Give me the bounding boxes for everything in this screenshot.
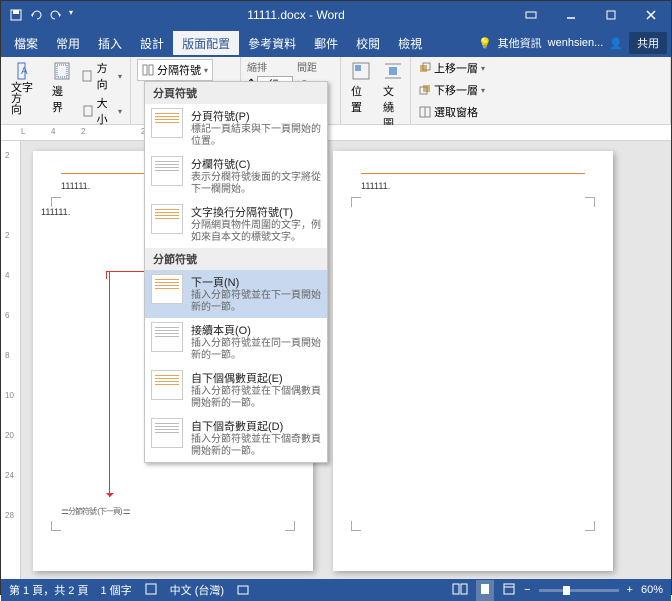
annotation-arrow-icon: [109, 271, 110, 497]
breaks-dropdown: 分頁符號 分頁符號(P)標記一頁結束與下一頁開始的位置。分欄符號(C)表示分欄符…: [144, 81, 328, 463]
page-text: 111111.: [361, 181, 390, 191]
user-name[interactable]: wenhsien...: [548, 37, 604, 49]
orientation-button[interactable]: 方向▾: [80, 59, 124, 93]
page-text: 111111.: [41, 207, 70, 217]
language-status[interactable]: 中文 (台灣): [170, 582, 224, 598]
page-text: 111111.: [61, 181, 90, 191]
redo-icon[interactable]: [49, 8, 63, 22]
vertical-ruler[interactable]: 2246810202428: [1, 141, 21, 579]
break-option[interactable]: 分欄符號(C)表示分欄符號後面的文字將從下一欄開始。: [145, 152, 327, 200]
selection-pane-button[interactable]: 選取窗格: [417, 103, 480, 121]
share-button[interactable]: 共用: [629, 32, 667, 54]
page-breaks-header: 分頁符號: [145, 82, 327, 104]
break-option[interactable]: 分頁符號(P)標記一頁結束與下一頁開始的位置。: [145, 104, 327, 152]
tab-郵件[interactable]: 郵件: [305, 31, 347, 55]
zoom-slider[interactable]: [539, 589, 619, 592]
macro-icon[interactable]: [236, 582, 250, 599]
tab-常用[interactable]: 常用: [47, 31, 89, 55]
tell-me[interactable]: 其他資訊: [498, 35, 542, 51]
tab-版面配置[interactable]: 版面配置: [173, 31, 239, 55]
save-icon[interactable]: [9, 8, 23, 22]
undo-icon[interactable]: [29, 8, 43, 22]
svg-text:A: A: [21, 66, 28, 77]
ribbon-display-icon[interactable]: [511, 1, 551, 29]
section-break-marker: :::::::::::::::::::::::::: 分節符號 (下一頁) ::…: [61, 506, 285, 517]
breaks-button[interactable]: 分隔符號▾: [137, 59, 213, 81]
break-option[interactable]: 下一頁(N)插入分節符號並在下一頁開始新的一節。: [145, 270, 327, 318]
tab-參考資料[interactable]: 參考資料: [239, 31, 305, 55]
user-icon[interactable]: 👤: [609, 37, 623, 50]
page-number-status[interactable]: 第 1 頁，共 2 頁: [9, 582, 88, 598]
bring-forward-button[interactable]: 上移一層▾: [417, 59, 487, 77]
tab-插入[interactable]: 插入: [89, 31, 131, 55]
spellcheck-icon[interactable]: [144, 582, 158, 599]
zoom-out-button[interactable]: −: [524, 584, 530, 596]
zoom-in-button[interactable]: +: [627, 584, 633, 596]
break-option[interactable]: 自下個奇數頁起(D)插入分節符號並在下個奇數頁開始新的一節。: [145, 414, 327, 462]
text-direction-button[interactable]: A 文字方 向: [7, 59, 44, 118]
margins-button[interactable]: 邊界: [48, 59, 76, 117]
horizontal-ruler[interactable]: L4224681030: [1, 125, 671, 141]
document-page-2[interactable]: 111111.: [333, 151, 613, 571]
qat-customize-icon[interactable]: ▾: [69, 8, 73, 22]
break-option[interactable]: 文字換行分隔符號(T)分隔網頁物件周圍的文字，例如來自本文的標號文字。: [145, 200, 327, 248]
close-icon[interactable]: [631, 1, 671, 29]
position-button[interactable]: 位置: [347, 59, 375, 117]
section-breaks-header: 分節符號: [145, 248, 327, 270]
break-option[interactable]: 自下個偶數頁起(E)插入分節符號並在下個偶數頁開始新的一節。: [145, 366, 327, 414]
web-layout-icon[interactable]: [502, 582, 516, 599]
read-mode-icon[interactable]: [452, 582, 468, 599]
window-title: 11111.docx - Word: [81, 8, 511, 22]
maximize-icon[interactable]: [591, 1, 631, 29]
size-button[interactable]: 大小▾: [80, 94, 124, 128]
break-option[interactable]: 接續本頁(O)插入分節符號並在同一頁開始新的一節。: [145, 318, 327, 366]
send-backward-button[interactable]: 下移一層▾: [417, 81, 487, 99]
zoom-level[interactable]: 60%: [641, 584, 663, 596]
wrap-text-button[interactable]: 文繞圖: [379, 59, 407, 133]
tab-檔案[interactable]: 檔案: [5, 31, 47, 55]
tab-檢視[interactable]: 檢視: [389, 31, 431, 55]
tell-me-icon[interactable]: 💡: [478, 37, 492, 50]
minimize-icon[interactable]: [551, 1, 591, 29]
tab-設計[interactable]: 設計: [131, 31, 173, 55]
tab-校閱[interactable]: 校閱: [347, 31, 389, 55]
word-count-status[interactable]: 1 個字: [100, 582, 131, 598]
print-layout-icon[interactable]: [476, 580, 494, 601]
